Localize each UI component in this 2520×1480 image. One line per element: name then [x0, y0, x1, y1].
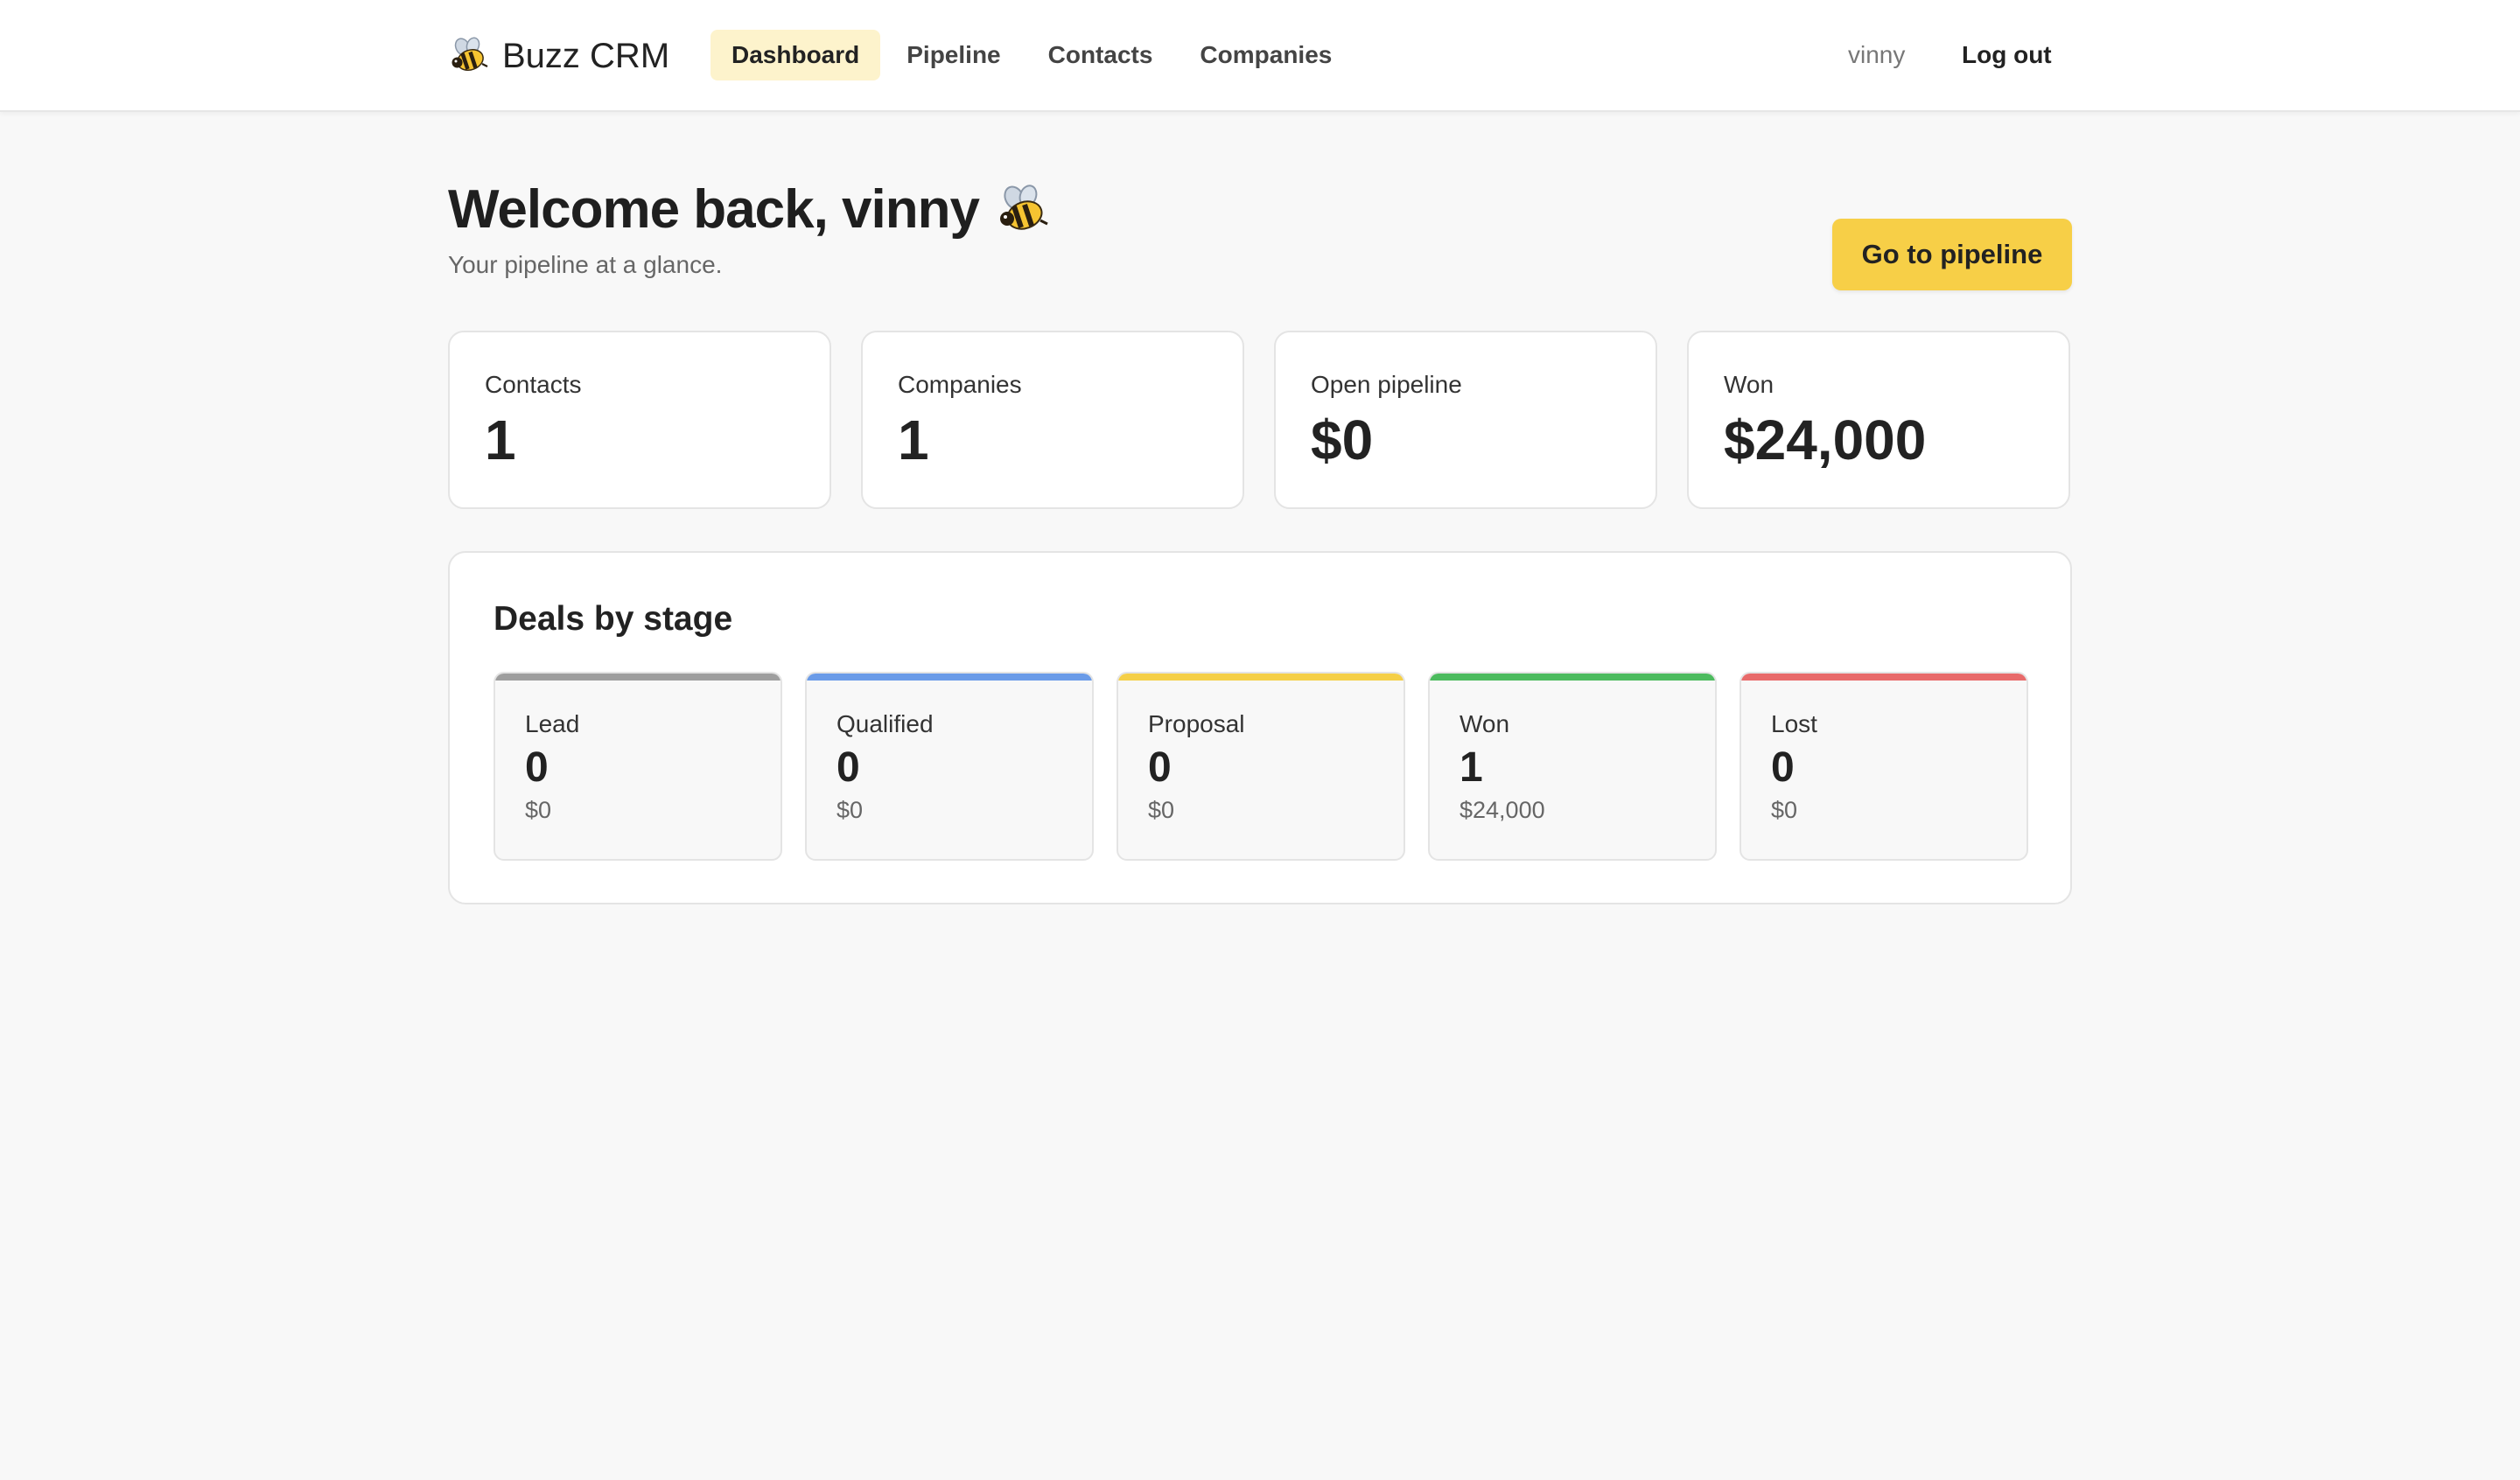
stage-count: 0: [836, 744, 860, 791]
stage-count: 0: [1148, 744, 1172, 791]
stat-value: 1: [485, 408, 516, 471]
stat-label: Companies: [898, 371, 1022, 398]
deals-by-stage-panel: Deals by stage Lead 0 $0 Qualified 0 $0 …: [448, 551, 2072, 904]
stage-color-bar: [807, 674, 1092, 681]
welcome-subtitle: Your pipeline at a glance.: [448, 251, 723, 278]
nav-dashboard[interactable]: Dashboard: [710, 30, 881, 80]
stage-label: Lead: [525, 710, 580, 737]
stage-count: 1: [1460, 744, 1483, 791]
stat-card-contacts: Contacts 1: [448, 331, 831, 509]
bee-icon: [995, 182, 1051, 238]
stat-label: Open pipeline: [1311, 371, 1462, 398]
brand-name: Buzz CRM: [502, 36, 670, 75]
stat-label: Contacts: [485, 371, 582, 398]
stage-amount: $0: [525, 797, 552, 823]
section-title: Deals by stage: [494, 600, 733, 638]
stage-color-bar: [1430, 674, 1715, 681]
stat-value: 1: [898, 408, 929, 471]
stage-color-bar: [495, 674, 780, 681]
stage-amount: $24,000: [1460, 797, 1545, 823]
stage-color-bar: [1118, 674, 1404, 681]
stage-amount: $0: [1148, 797, 1175, 823]
stage-count: 0: [1771, 744, 1795, 791]
stage-cards: Lead 0 $0 Qualified 0 $0 Proposal 0 $0 W…: [494, 672, 2028, 861]
logout-button[interactable]: Log out: [1941, 30, 2073, 80]
stats-row: Contacts 1 Companies 1 Open pipeline $0 …: [448, 331, 2072, 509]
bee-icon: [448, 35, 490, 77]
stat-card-open-pipeline: Open pipeline $0: [1274, 331, 1657, 509]
stage-color-bar: [1741, 674, 2026, 681]
stat-value: $0: [1311, 408, 1374, 471]
nav-companies[interactable]: Companies: [1179, 30, 1353, 80]
stage-card-lost: Lost 0 $0: [1740, 672, 2028, 861]
stage-label: Qualified: [836, 710, 934, 737]
welcome-title: Welcome back, vinny: [448, 179, 980, 240]
nav-pipeline[interactable]: Pipeline: [886, 30, 1021, 80]
stat-card-companies: Companies 1: [861, 331, 1244, 509]
stage-count: 0: [525, 744, 549, 791]
stat-value: $24,000: [1724, 408, 1927, 471]
top-nav-bar: Buzz CRM Dashboard Pipeline Contacts Com…: [0, 0, 2520, 112]
page-title: Welcome back, vinny: [448, 178, 1051, 241]
go-to-pipeline-button[interactable]: Go to pipeline: [1832, 219, 2072, 290]
stage-label: Lost: [1771, 710, 1817, 737]
stat-card-won: Won $24,000: [1687, 331, 2070, 509]
stage-card-won: Won 1 $24,000: [1428, 672, 1717, 861]
stat-label: Won: [1724, 371, 1774, 398]
stage-amount: $0: [836, 797, 864, 823]
stage-card-qualified: Qualified 0 $0: [805, 672, 1094, 861]
current-user: vinny: [1848, 41, 1906, 68]
stage-label: Proposal: [1148, 710, 1245, 737]
stage-label: Won: [1460, 710, 1510, 737]
main-nav: Dashboard Pipeline Contacts Companies: [710, 30, 1353, 80]
brand-logo[interactable]: Buzz CRM: [448, 30, 669, 82]
welcome-header: Welcome back, vinny Your pipeline at a g…: [448, 178, 1051, 279]
nav-contacts[interactable]: Contacts: [1027, 30, 1174, 80]
stage-amount: $0: [1771, 797, 1798, 823]
stage-card-lead: Lead 0 $0: [494, 672, 782, 861]
stage-card-proposal: Proposal 0 $0: [1116, 672, 1405, 861]
